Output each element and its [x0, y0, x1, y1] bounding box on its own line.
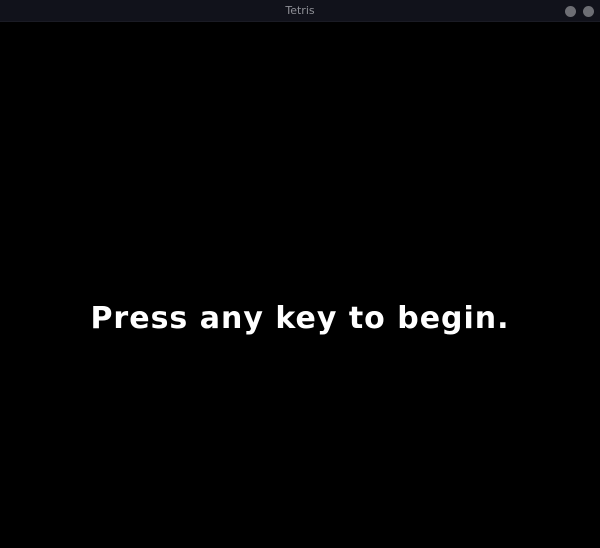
- game-window: Tetris Press any key to begin.: [0, 0, 600, 548]
- window-title: Tetris: [285, 4, 315, 17]
- start-prompt-text: Press any key to begin.: [90, 301, 510, 336]
- close-button[interactable]: [583, 6, 594, 17]
- game-canvas[interactable]: Press any key to begin.: [0, 22, 600, 548]
- title-bar[interactable]: Tetris: [0, 0, 600, 22]
- minimize-button[interactable]: [565, 6, 576, 17]
